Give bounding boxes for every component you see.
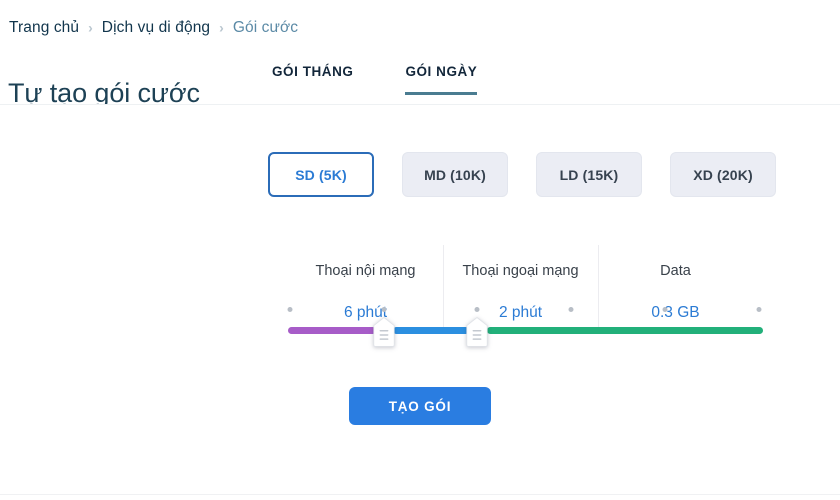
allocation-slider[interactable] [287, 307, 763, 353]
slider-tick [287, 307, 293, 312]
slider-tick [381, 307, 387, 312]
breadcrumb: Trang chủ › Dịch vụ di động › Gói cước [9, 17, 298, 39]
breadcrumb-item-packages[interactable]: Gói cước [233, 17, 298, 39]
page-bottom-divider [0, 494, 840, 495]
package-option-sd[interactable]: SD (5K) [268, 152, 374, 197]
slider-track[interactable] [288, 327, 763, 334]
slider-tick [756, 307, 762, 312]
chevron-right-icon: › [219, 19, 224, 36]
page-header: Trang chủ › Dịch vụ di động › Gói cước T… [0, 0, 840, 108]
slider-segment-thoai-noi-mang [288, 327, 377, 334]
package-option-ld[interactable]: LD (15K) [536, 152, 642, 197]
slider-handle-right[interactable] [466, 317, 488, 347]
slider-segment-data [486, 327, 763, 334]
breadcrumb-item-home[interactable]: Trang chủ [9, 17, 79, 39]
package-builder-body: SD (5K) MD (10K) LD (15K) XD (20K) Thoại… [0, 105, 840, 500]
slider-tick-row [287, 307, 763, 317]
breadcrumb-item-mobile-service[interactable]: Dịch vụ di động [102, 17, 210, 39]
package-option-xd[interactable]: XD (20K) [670, 152, 776, 197]
package-option-md[interactable]: MD (10K) [402, 152, 508, 197]
package-builder-page: Trang chủ › Dịch vụ di động › Gói cước T… [0, 0, 840, 500]
cta-row: TẠO GÓI [0, 387, 840, 425]
slider-tick [568, 307, 574, 312]
tab-daily-package[interactable]: GÓI NGÀY [405, 62, 478, 95]
package-option-group: SD (5K) MD (10K) LD (15K) XD (20K) [268, 152, 776, 197]
slider-tick [662, 307, 668, 312]
tab-bar: GÓI THÁNG GÓI NGÀY [272, 62, 478, 95]
stat-label: Thoại nội mạng [315, 263, 416, 279]
create-package-button[interactable]: TẠO GÓI [349, 387, 491, 425]
slider-handle-left[interactable] [373, 317, 395, 347]
chevron-right-icon: › [88, 19, 93, 36]
stat-label: Thoại ngoại mạng [462, 263, 579, 279]
slider-segment-thoai-ngoai-mang [393, 327, 470, 334]
tab-monthly-package[interactable]: GÓI THÁNG [272, 62, 353, 95]
stat-label: Data [660, 263, 691, 279]
slider-tick [474, 307, 480, 312]
